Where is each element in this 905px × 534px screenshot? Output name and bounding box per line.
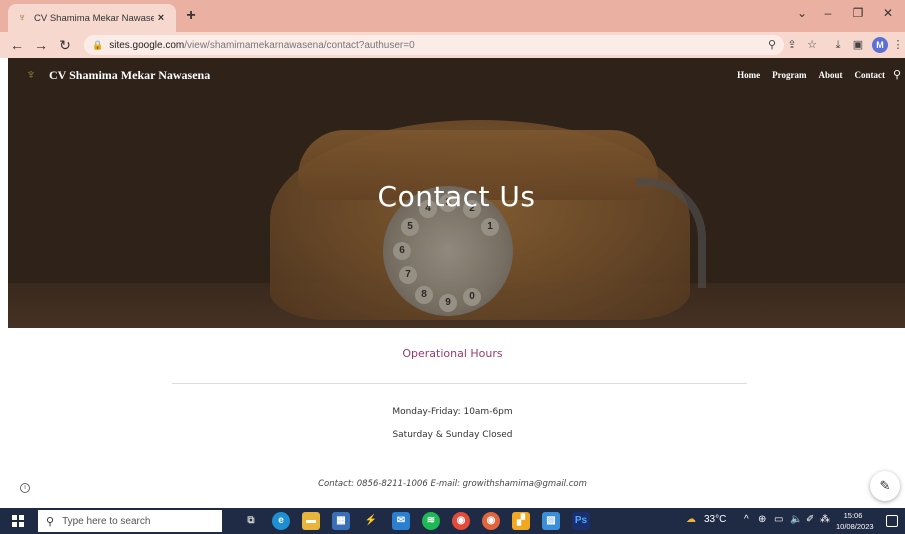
tray-app-icon[interactable]: ⊕: [758, 514, 766, 525]
nav-program[interactable]: Program: [772, 70, 806, 80]
app-tray-icon[interactable]: ⁂: [820, 514, 830, 525]
clock-date: 10/08/2023: [836, 522, 874, 531]
notification-icon[interactable]: [886, 515, 898, 527]
site-navigation: Home Program About Contact: [737, 70, 885, 80]
zoom-icon[interactable]: ⚲: [764, 37, 780, 53]
operational-hours-heading: Operational Hours: [402, 347, 503, 360]
store-icon[interactable]: ▦: [332, 512, 350, 530]
battery-icon[interactable]: ▭: [774, 514, 783, 525]
site-logo-icon[interactable]: ♆: [24, 66, 38, 84]
taskbar-search-placeholder: Type here to search: [62, 515, 151, 527]
share-icon[interactable]: ⇪: [784, 37, 800, 53]
browser-toolbar: ← → ↻ 🔒 sites.google.com /view/shamimame…: [0, 32, 905, 58]
menu-icon[interactable]: ⋮: [890, 37, 905, 53]
sticky-notes-icon[interactable]: ▞: [512, 512, 530, 530]
section-divider: [172, 383, 747, 384]
page-title: Contact Us: [377, 180, 536, 213]
lock-icon: 🔒: [92, 39, 104, 50]
tab-close-icon[interactable]: ×: [154, 12, 168, 24]
search-icon: ⚲: [46, 515, 55, 528]
taskbar-clock[interactable]: 15:06 10/08/2023: [836, 510, 874, 532]
windows-start-icon[interactable]: [12, 515, 24, 527]
bookmark-star-icon[interactable]: ☆: [804, 37, 820, 53]
nav-home[interactable]: Home: [737, 70, 760, 80]
reload-icon[interactable]: ↻: [56, 36, 74, 54]
nav-about[interactable]: About: [818, 70, 842, 80]
tab-search-icon[interactable]: ⌄: [792, 6, 812, 20]
power-automate-icon[interactable]: ⚡: [362, 512, 380, 530]
back-arrow-icon[interactable]: ←: [8, 36, 26, 54]
site-title[interactable]: CV Shamima Mekar Nawasena: [49, 68, 210, 83]
minimize-button[interactable]: –: [818, 6, 838, 20]
site-favicon-icon: ♆: [17, 12, 27, 24]
windows-taskbar: ⚲ Type here to search ⧉ e ▬ ▦ ⚡ ✉ ≋ ◉ ◉ …: [0, 508, 905, 534]
site-search-icon[interactable]: ⚲: [893, 68, 901, 81]
browser-tab[interactable]: ♆ CV Shamima Mekar Nawasena - ×: [8, 4, 176, 32]
mail-icon[interactable]: ✉: [392, 512, 410, 530]
info-icon[interactable]: i: [20, 483, 30, 493]
weather-temperature[interactable]: 33°C: [704, 514, 726, 525]
nav-contact[interactable]: Contact: [855, 70, 886, 80]
edge-icon[interactable]: e: [272, 512, 290, 530]
url-host: sites.google.com: [109, 39, 185, 51]
chrome-profile-icon[interactable]: ◉: [482, 512, 500, 530]
tab-title: CV Shamima Mekar Nawasena -: [34, 12, 154, 24]
chrome-icon[interactable]: ◉: [452, 512, 470, 530]
profile-avatar[interactable]: M: [872, 37, 888, 53]
tray-chevron-icon[interactable]: ^: [744, 514, 749, 525]
photos-icon[interactable]: ▨: [542, 512, 560, 530]
contact-info-text: Contact: 0856-8211-1006 E-mail: growiths…: [318, 479, 587, 489]
weather-icon[interactable]: ☁: [686, 514, 696, 525]
forward-arrow-icon[interactable]: →: [32, 36, 50, 54]
restore-button[interactable]: ❐: [848, 6, 868, 20]
pen-icon[interactable]: ✐: [806, 514, 814, 525]
edit-pencil-button[interactable]: ✎: [870, 471, 900, 501]
close-window-button[interactable]: ✕: [878, 6, 898, 20]
screen: ♆ CV Shamima Mekar Nawasena - × + ⌄ – ❐ …: [0, 0, 905, 534]
weekday-hours-text: Monday-Friday: 10am-6pm: [392, 407, 513, 417]
file-explorer-icon[interactable]: ▬: [302, 512, 320, 530]
browser-tab-bar: ♆ CV Shamima Mekar Nawasena - × + ⌄ – ❐ …: [0, 0, 905, 32]
weekend-hours-text: Saturday & Sunday Closed: [392, 430, 513, 440]
task-view-icon[interactable]: ⧉: [242, 512, 260, 530]
clock-time: 15:06: [843, 511, 863, 520]
new-tab-button[interactable]: +: [182, 6, 200, 26]
taskbar-search-input[interactable]: ⚲ Type here to search: [38, 510, 222, 532]
spotify-icon[interactable]: ≋: [422, 512, 440, 530]
volume-icon[interactable]: 🔈: [790, 514, 802, 525]
download-icon[interactable]: ⤓: [830, 37, 846, 53]
url-path: /view/shamimamekarnawasena/contact?authu…: [184, 39, 415, 51]
sidepanel-icon[interactable]: ▣: [850, 37, 866, 53]
hero-banner: 3 2 1 4 5 6 7 8 9 0 ♆ CV Shamima Mekar N…: [8, 58, 905, 328]
photoshop-icon[interactable]: Ps: [572, 512, 590, 530]
address-bar[interactable]: 🔒 sites.google.com /view/shamimamekarnaw…: [84, 35, 784, 55]
